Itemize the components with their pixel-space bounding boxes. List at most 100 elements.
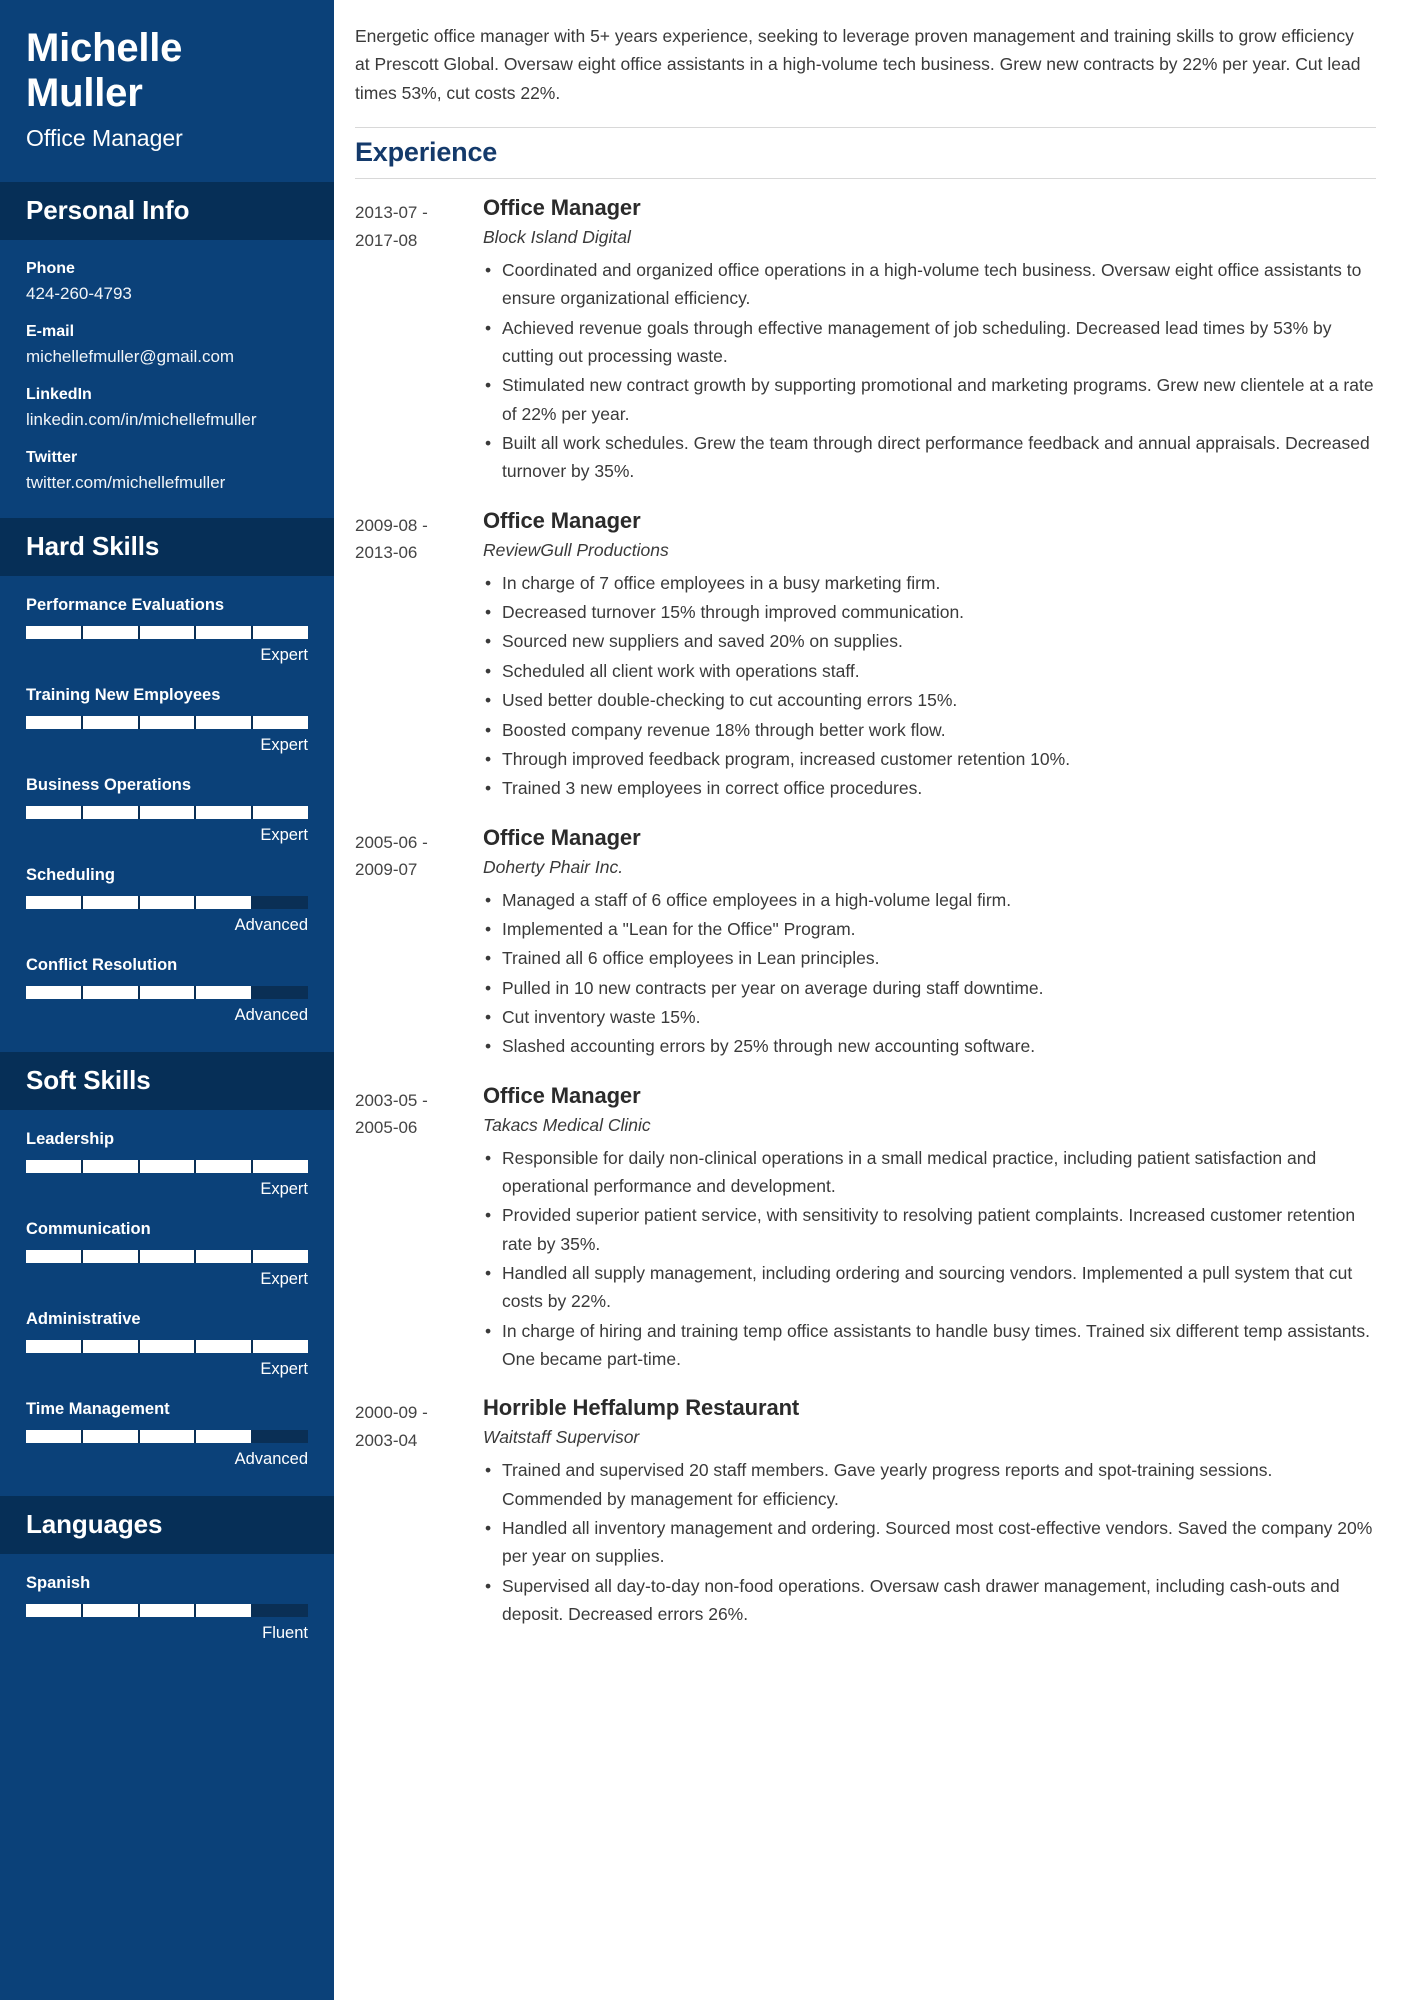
skill-name: Performance Evaluations (26, 595, 225, 614)
experience-bullet: Decreased turnover 15% through improved … (483, 598, 1376, 627)
skill-level-label: Expert (260, 735, 308, 754)
experience-bullet: Trained 3 new employees in correct offic… (483, 774, 1376, 803)
contact-item: LinkedIn linkedin.com/in/michellefmuller (26, 386, 308, 430)
experience-date-start: 2005-06 - (355, 832, 428, 852)
skill-level-bar (26, 1249, 308, 1263)
experience-details: Office Manager Doherty Phair Inc. Managed … (483, 825, 1376, 1062)
experience-details: Office Manager Block Island Digital Coordi… (483, 195, 1376, 487)
contact-value[interactable]: michellefmuller@gmail.com (26, 347, 308, 367)
section-header-hard-skills: Hard Skills (0, 517, 334, 576)
experience-role: Office Manager (483, 1082, 641, 1108)
experience-date-end: 2013-06 (355, 543, 418, 563)
experience-company: ReviewGull Productions (483, 539, 669, 560)
languages-list: Spanish Fluent (0, 1554, 334, 1670)
skill-level-label: Fluent (262, 1623, 308, 1642)
experience-list: 2013-07 - 2017-08 Office Manager Block Isla… (355, 195, 1376, 1629)
skill-bar-segment (26, 1603, 81, 1617)
contact-item: Phone 424-260-4793 (26, 260, 308, 304)
skill-level-bar (26, 715, 308, 729)
skill-bar-segment (139, 1159, 195, 1173)
skill-bar-segment (139, 1603, 195, 1617)
experience-company: Takacs Medical Clinic (483, 1114, 651, 1135)
skill-bar-segment (82, 985, 138, 999)
experience-date-end: 2003-04 (355, 1430, 418, 1450)
skill-bar-segment (253, 715, 308, 729)
skill-name: Leadership (26, 1129, 115, 1148)
experience-bullet: Handled all inventory management and ord… (483, 1514, 1376, 1571)
experience-bullet: Pulled in 10 new contracts per year on a… (483, 974, 1376, 1003)
skill-bar-segment (253, 625, 308, 639)
experience-details: Office Manager Takacs Medical Clinic Respo… (483, 1083, 1376, 1375)
experience-dates: 2000-09 - 2003-04 (355, 1395, 483, 1629)
name-block: Michelle Muller Office Manager (0, 0, 334, 182)
personal-info-list: Phone 424-260-4793 E-mail michellefmuller@g… (0, 240, 334, 518)
experience-role: Office Manager (483, 824, 641, 850)
skill-bar-segment (26, 1339, 81, 1353)
skill-bar-segment (196, 715, 252, 729)
soft-skill-item: Administrative Expert (26, 1310, 308, 1379)
experience-bullet: Provided superior patient service, with … (483, 1201, 1376, 1258)
skill-bar-segment (139, 1249, 195, 1263)
skill-bar-segment (82, 1249, 138, 1263)
experience-details: Horrible Heffalump Restaurant Waitstaff S… (483, 1395, 1376, 1629)
skill-bar-segment (196, 805, 252, 819)
contact-value[interactable]: linkedin.com/in/michellefmuller (26, 410, 308, 430)
experience-date-end: 2005-06 (355, 1118, 418, 1138)
experience-bullet: Used better double-checking to cut accou… (483, 686, 1376, 715)
skill-bar-segment (253, 1249, 308, 1263)
skill-name: Spanish (26, 1573, 91, 1592)
skill-bar-segment (196, 1159, 252, 1173)
skill-level-bar (26, 1429, 308, 1443)
skill-bar-segment (253, 1339, 308, 1353)
skill-bar-segment (196, 985, 252, 999)
experience-entry: 2013-07 - 2017-08 Office Manager Block Isla… (355, 195, 1376, 487)
experience-entry: 2003-05 - 2005-06 Office Manager Takacs Med… (355, 1083, 1376, 1375)
experience-date-start: 2003-05 - (355, 1090, 428, 1110)
experience-bullet: Through improved feedback program, incre… (483, 745, 1376, 774)
experience-date-end: 2009-07 (355, 860, 418, 880)
skill-bar-segment (196, 1429, 252, 1443)
hard-skill-item: Business Operations Expert (26, 776, 308, 845)
skill-bar-segment (26, 715, 81, 729)
skill-level-label: Expert (260, 1359, 308, 1378)
skill-level-label: Expert (260, 645, 308, 664)
soft-skill-item: Communication Expert (26, 1220, 308, 1289)
skill-bar-segment (253, 1159, 308, 1173)
skill-name: Training New Employees (26, 685, 221, 704)
skill-level-label: Expert (260, 825, 308, 844)
skill-level-bar (26, 985, 308, 999)
skill-bar-segment (82, 1159, 138, 1173)
skill-bar-segment (82, 805, 138, 819)
skill-level-bar (26, 1603, 308, 1617)
experience-bullet: Boosted company revenue 18% through bett… (483, 716, 1376, 745)
candidate-job-title: Office Manager (26, 124, 183, 151)
experience-bullet: Scheduled all client work with operation… (483, 657, 1376, 686)
contact-label: E-mail (26, 322, 75, 340)
skill-level-bar (26, 1339, 308, 1353)
resume-document: Michelle Muller Office Manager Personal … (0, 0, 1414, 2000)
experience-section-divider: Experience (355, 127, 1376, 180)
experience-bullet-list: Responsible for daily non-clinical opera… (483, 1144, 1376, 1374)
skill-bar-segment (253, 895, 308, 909)
skill-bar-segment (139, 1339, 195, 1353)
skill-bar-segment (26, 805, 81, 819)
experience-bullet: Supervised all day-to-day non-food opera… (483, 1572, 1376, 1629)
experience-dates: 2005-06 - 2009-07 (355, 825, 483, 1062)
soft-skills-list: Leadership Expert Communication Expert Admin… (0, 1110, 334, 1496)
skill-bar-segment (253, 1429, 308, 1443)
section-header-languages: Languages (0, 1495, 334, 1554)
skill-bar-segment (82, 1603, 138, 1617)
contact-value[interactable]: twitter.com/michellefmuller (26, 473, 308, 493)
experience-bullet: Trained all 6 office employees in Lean p… (483, 944, 1376, 973)
contact-value[interactable]: 424-260-4793 (26, 284, 308, 304)
experience-date-end: 2017-08 (355, 230, 418, 250)
skill-bar-segment (26, 1429, 81, 1443)
experience-section-title: Experience (355, 137, 498, 168)
skill-bar-segment (26, 625, 81, 639)
skill-bar-segment (253, 1603, 308, 1617)
experience-bullet-list: In charge of 7 office employees in a bus… (483, 569, 1376, 803)
experience-bullet: Sourced new suppliers and saved 20% on s… (483, 627, 1376, 656)
skill-bar-segment (26, 1249, 81, 1263)
skill-bar-segment (26, 985, 81, 999)
experience-bullet-list: Trained and supervised 20 staff members.… (483, 1456, 1376, 1628)
